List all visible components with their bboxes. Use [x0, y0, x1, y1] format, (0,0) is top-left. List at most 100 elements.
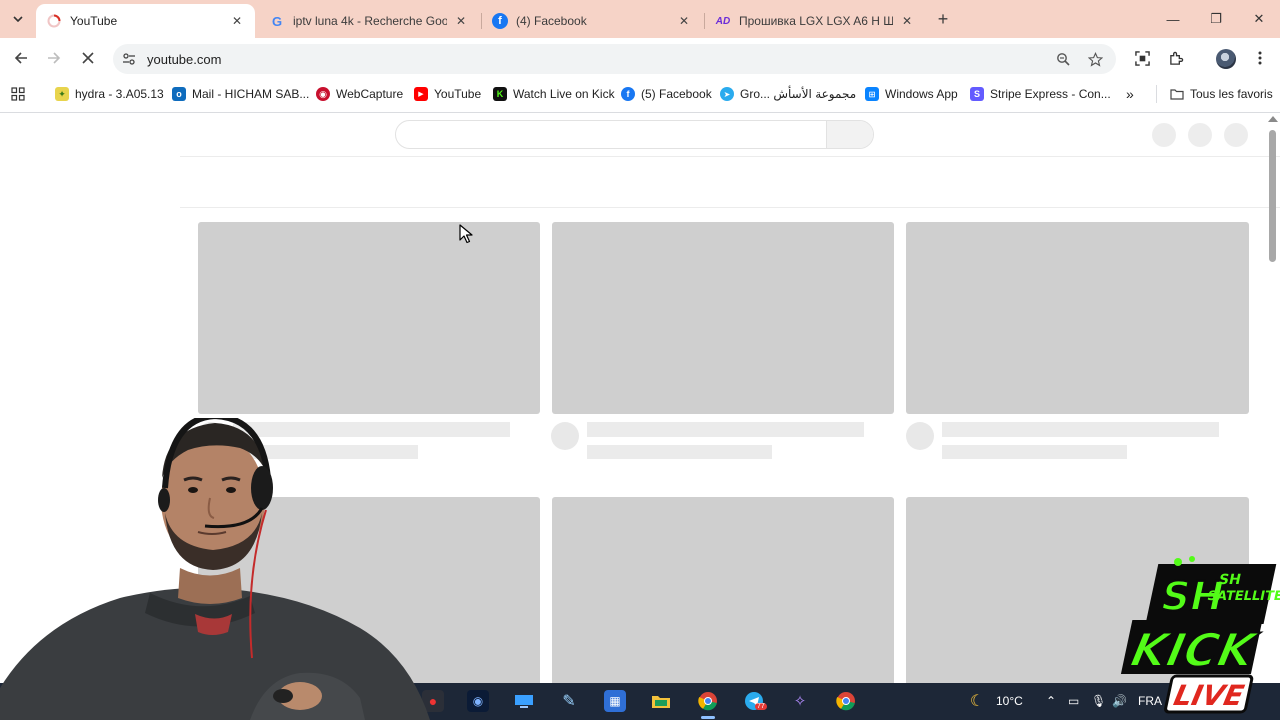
tab-youtube[interactable]: YouTube ✕	[36, 4, 255, 38]
weather-moon-icon[interactable]: ☾	[966, 690, 988, 712]
tab-close-icon[interactable]: ✕	[676, 13, 692, 29]
tab-facebook[interactable]: f (4) Facebook ✕	[482, 4, 702, 38]
tab-search-button[interactable]	[6, 7, 30, 31]
extensions-puzzle-icon[interactable]	[1166, 48, 1186, 68]
mouse-cursor-icon	[459, 224, 473, 244]
header-icon-placeholder	[1152, 123, 1176, 147]
webcam-overlay	[0, 418, 430, 720]
youtube-icon: ▶	[414, 87, 428, 101]
bookmark-hydra[interactable]: ✦ hydra - 3.A05.13	[55, 86, 164, 102]
camera-app-icon[interactable]: ◉	[467, 690, 489, 712]
bookmark-youtube[interactable]: ▶ YouTube	[414, 86, 481, 102]
tab-title: Прошивка LGX LGX A6 H Шасси	[739, 14, 893, 28]
page-scrollbar[interactable]	[1269, 130, 1276, 262]
tab-title: (4) Facebook	[516, 14, 587, 28]
facebook-icon: f	[621, 87, 635, 101]
forward-button[interactable]	[44, 48, 64, 68]
apps-grid-icon[interactable]	[11, 86, 25, 102]
folder-icon	[1170, 87, 1184, 101]
tab-strip: YouTube ✕ G iptv luna 4k - Recherche Goo…	[0, 0, 1280, 38]
scroll-up-arrow[interactable]	[1268, 116, 1278, 122]
tab-close-icon[interactable]: ✕	[453, 13, 469, 29]
bookmark-label: WebCapture	[336, 87, 404, 101]
video-thumbnail-placeholder[interactable]	[906, 222, 1249, 414]
file-explorer-icon[interactable]	[650, 690, 672, 712]
new-tab-button[interactable]: +	[933, 9, 953, 29]
screen-capture-icon[interactable]	[1132, 48, 1152, 68]
bookmark-webcapture[interactable]: ◉ WebCapture	[316, 86, 403, 102]
zoom-icon[interactable]	[1055, 51, 1071, 67]
brand-live-text: LIVE	[1171, 679, 1247, 712]
chrome-icon[interactable]	[697, 690, 719, 712]
sh-satellite-kick-logo: SH SH SATELLITE KICK LIVE	[1120, 556, 1280, 714]
minimize-button[interactable]: —	[1162, 8, 1184, 30]
address-bar[interactable]: youtube.com	[113, 44, 1116, 74]
chrome-divider	[0, 112, 1280, 113]
tray-overflow-icon[interactable]: ⌃	[1046, 694, 1056, 708]
network-icon[interactable]: ▭	[1068, 694, 1079, 708]
meta-line-placeholder	[587, 445, 772, 459]
desktop-app-icon[interactable]	[513, 690, 535, 712]
webcapture-icon: ◉	[316, 87, 330, 101]
back-button[interactable]	[11, 48, 31, 68]
tab-close-icon[interactable]: ✕	[899, 13, 915, 29]
bookmarks-overflow-button[interactable]: »	[1126, 86, 1134, 102]
tab-firmware[interactable]: AD Прошивка LGX LGX A6 H Шасси ✕	[705, 4, 925, 38]
youtube-search-button-placeholder[interactable]	[826, 121, 873, 148]
brand-satellite-text: SATELLITE	[1206, 589, 1280, 604]
channel-avatar-placeholder	[551, 422, 579, 450]
close-window-button[interactable]: ✕	[1248, 8, 1270, 30]
bookmark-label: hydra - 3.A05.13	[75, 87, 164, 101]
title-line-placeholder	[587, 422, 864, 437]
telegram-taskbar-icon[interactable]: 77	[743, 690, 767, 712]
stripe-icon: S	[970, 87, 984, 101]
weather-temperature[interactable]: 10°C	[996, 694, 1023, 708]
bookmark-star-icon[interactable]	[1087, 51, 1103, 67]
paint-app-icon[interactable]: ✎	[558, 690, 580, 712]
telegram-icon: ➤	[720, 87, 734, 101]
url-text: youtube.com	[147, 52, 222, 67]
bookmark-facebook[interactable]: f (5) Facebook	[621, 86, 712, 102]
video-thumbnail-placeholder[interactable]	[552, 222, 894, 414]
bookmark-mail[interactable]: o Mail - HICHAM SAB...	[172, 86, 309, 102]
close-icon	[82, 52, 94, 64]
restore-button[interactable]: ❐	[1205, 8, 1227, 30]
bookmark-kick[interactable]: K Watch Live on Kick	[493, 86, 615, 102]
video-thumbnail-placeholder[interactable]	[198, 222, 540, 414]
chrome-profile-icon[interactable]	[835, 690, 857, 712]
header-icon-placeholder	[1188, 123, 1212, 147]
notification-badge: 77	[755, 703, 767, 710]
site-settings-icon[interactable]	[121, 51, 137, 67]
brand-kick-text: KICK	[1126, 623, 1262, 676]
tab-title: YouTube	[70, 14, 118, 28]
bookmark-label: Windows App	[885, 87, 958, 101]
windows-icon: ⊞	[865, 87, 879, 101]
arrow-left-icon	[14, 52, 27, 64]
tab-close-icon[interactable]: ✕	[229, 13, 245, 29]
satellite-app-icon[interactable]: ✧	[789, 690, 811, 712]
bookmark-windows-app[interactable]: ⊞ Windows App	[865, 86, 958, 102]
channel-avatar-placeholder	[906, 422, 934, 450]
tab-google-search[interactable]: G iptv luna 4k - Recherche Google ✕	[259, 4, 479, 38]
tab-title: iptv luna 4k - Recherche Google	[293, 14, 447, 28]
calculator-icon[interactable]: ▦	[604, 690, 626, 712]
bookmark-telegram-group[interactable]: ➤ Gro... مجموعة الأسأش	[720, 86, 856, 102]
bookmark-label: Watch Live on Kick	[513, 87, 615, 101]
facebook-icon: f	[492, 13, 508, 29]
bookmark-label: Mail - HICHAM SAB...	[192, 87, 310, 101]
youtube-search-placeholder[interactable]	[395, 120, 874, 149]
stop-loading-button[interactable]	[78, 48, 98, 68]
chevron-down-icon	[13, 16, 23, 22]
google-icon: G	[271, 13, 283, 29]
bookmark-label: Tous les favoris	[1190, 87, 1273, 101]
bookmark-stripe[interactable]: S Stripe Express - Con...	[970, 86, 1111, 102]
bookmarks-divider	[1156, 85, 1157, 103]
video-thumbnail-placeholder[interactable]	[552, 497, 894, 683]
header-icon-placeholder	[1224, 123, 1248, 147]
browser-menu-icon[interactable]	[1250, 48, 1270, 68]
forum-icon: AD	[715, 15, 731, 27]
microphone-icon[interactable]: 🎙	[1091, 694, 1106, 708]
profile-avatar[interactable]	[1216, 49, 1236, 69]
browser-toolbar: youtube.com	[0, 38, 1280, 78]
all-bookmarks-folder[interactable]: Tous les favoris	[1170, 86, 1273, 102]
